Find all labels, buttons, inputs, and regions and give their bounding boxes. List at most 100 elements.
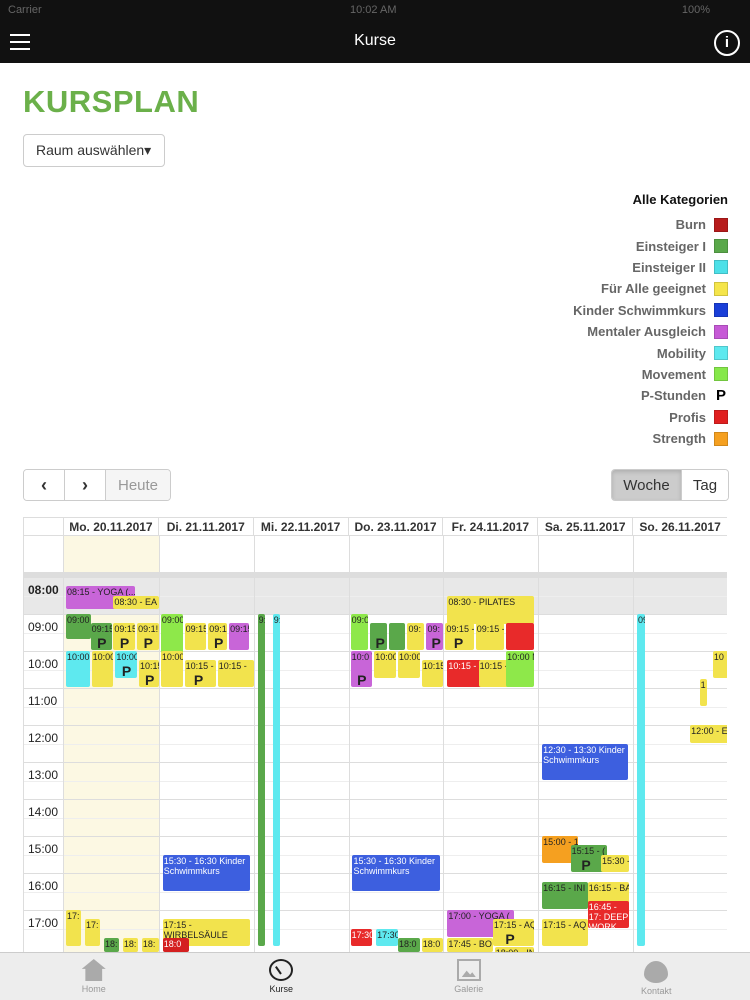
course-event[interactable]: 10 <box>712 651 727 678</box>
prev-button[interactable]: ‹ <box>24 470 65 500</box>
course-event[interactable]: 10:00 P <box>115 651 138 678</box>
course-event[interactable]: 10:15 - <box>478 660 510 687</box>
course-event[interactable]: 09:1! P <box>137 623 159 650</box>
course-event[interactable]: 10:00 MOB <box>66 651 90 687</box>
legend-header[interactable]: Alle Kategorien <box>573 192 728 214</box>
course-event[interactable]: 12:00 - E <box>690 725 727 743</box>
event-label: 10:0 TAI CHI <box>351 652 373 662</box>
p-stunden-icon: P <box>121 662 132 678</box>
course-event[interactable] <box>506 623 535 650</box>
day-view-button[interactable]: Tag <box>682 470 728 500</box>
legend-item[interactable]: Burn <box>573 214 728 235</box>
legend-item[interactable]: Strength <box>573 428 728 449</box>
legend-item[interactable]: Mentaler Ausgleich <box>573 321 728 342</box>
course-event[interactable]: 18: <box>122 937 138 952</box>
day-header[interactable]: Mo. 20.11.2017 <box>64 518 159 536</box>
course-event[interactable]: 10:00 <box>91 651 114 687</box>
course-event[interactable]: 09:15 INDO CYCL <box>184 623 207 650</box>
day-header[interactable]: So. 26.11.2017 <box>633 518 727 536</box>
legend-item[interactable]: Profis <box>573 407 728 428</box>
course-event[interactable]: 09: <box>407 623 425 650</box>
course-event[interactable]: 17: <box>84 919 101 946</box>
course-event[interactable]: 08:30 - EA <box>113 595 159 610</box>
course-event[interactable]: 16:45 - 17: DEEP WORK <box>587 900 630 928</box>
day-header[interactable]: Sa. 25.11.2017 <box>538 518 634 536</box>
tab-bar: Home Kurse Galerie Kontakt <box>0 952 750 1000</box>
course-event[interactable]: 09:15P <box>113 623 136 650</box>
tab-kurse[interactable]: Kurse <box>188 953 376 1000</box>
next-button[interactable]: › <box>65 470 106 500</box>
event-label: 09:15 - ZUMB <box>476 624 504 635</box>
course-event[interactable]: 9: B u B <box>272 614 281 946</box>
legend-item[interactable]: Für Alle geeignet <box>573 278 728 299</box>
course-event[interactable]: 17:15 - AQ <box>542 919 588 946</box>
course-event[interactable]: 17:45 - BO <box>447 937 493 952</box>
course-event[interactable]: 17:30 DEEP <box>350 928 373 946</box>
course-event[interactable]: 15:30 - 16:30 Kinder Schwimmkurs <box>352 854 440 891</box>
course-event[interactable]: 15:30 - <box>600 854 630 872</box>
event-label: 18:0 <box>163 938 182 949</box>
room-select-button[interactable]: Raum auswählen▾ <box>23 134 165 167</box>
legend-item[interactable]: Einsteiger I <box>573 235 728 256</box>
course-event[interactable]: 10:00 <box>374 651 396 678</box>
course-event[interactable]: 09:15 - INDO CYCLP <box>445 623 474 650</box>
course-event[interactable]: 09: P <box>426 623 444 650</box>
week-view-button[interactable]: Woche <box>612 470 682 500</box>
p-stunden-icon: P <box>375 635 385 650</box>
legend-item[interactable]: Mobility <box>573 342 728 363</box>
course-event[interactable]: 10:15P <box>139 660 159 687</box>
legend-swatch <box>714 346 728 361</box>
legend-swatch <box>714 367 728 382</box>
today-button[interactable]: Heute <box>106 470 170 500</box>
course-event[interactable]: 18:0 <box>421 937 444 952</box>
tab-home[interactable]: Home <box>0 953 188 1000</box>
course-event[interactable]: 16:15 - INI <box>542 882 588 909</box>
week-calendar[interactable]: Mo. 20.11.2017 Di. 21.11.2017 Mi. 22.11.20… <box>23 517 727 952</box>
view-toggle-group: Woche Tag <box>611 469 729 501</box>
legend-item[interactable]: Movement <box>573 364 728 385</box>
course-event[interactable] <box>388 623 406 650</box>
course-event[interactable]: 09:15 <box>229 623 249 650</box>
course-event[interactable]: 9: B u B <box>257 614 266 946</box>
course-event[interactable]: 17:30 <box>376 928 398 946</box>
legend-item[interactable]: Einsteiger II <box>573 257 728 278</box>
course-event[interactable]: 17: <box>66 910 82 946</box>
course-event[interactable]: 09:00 MO <box>350 614 368 650</box>
course-event[interactable]: 10:00 MOVE <box>506 651 535 687</box>
course-event[interactable]: 09:15P <box>208 623 228 650</box>
day-header[interactable]: Do. 23.11.2017 <box>348 518 444 536</box>
course-event[interactable]: 17:15 - AQ P <box>492 919 535 946</box>
course-event[interactable]: 10:00 <box>398 651 420 678</box>
course-event[interactable]: 18:0 <box>162 937 190 952</box>
hour-label: 12:00 <box>28 731 59 745</box>
course-event[interactable]: 09 To <box>637 614 645 946</box>
day-header[interactable]: Di. 21.11.2017 <box>158 518 254 536</box>
course-event[interactable]: 15:30 - 16:30 Kinder Schwimmkurs <box>162 854 250 891</box>
course-event[interactable]: 1 YC <box>699 678 708 706</box>
course-event[interactable]: 09:00 <box>66 614 91 639</box>
info-icon[interactable]: i <box>714 30 740 56</box>
course-event[interactable]: 18:0 <box>398 937 420 952</box>
half-hour-line <box>24 780 727 782</box>
day-header[interactable]: Mi. 22.11.2017 <box>253 518 349 536</box>
course-event[interactable]: P <box>369 623 387 650</box>
course-event[interactable]: 09:15 - ZUMB <box>475 623 505 650</box>
course-event[interactable]: 10:15 - <box>217 660 254 687</box>
course-event[interactable]: 10:15 <box>421 660 444 687</box>
course-event[interactable]: 08:30 - PILATES <box>447 595 534 625</box>
course-event[interactable]: 18: <box>141 937 159 952</box>
course-event[interactable]: 18: <box>103 937 119 952</box>
course-event[interactable]: 10:15 - <box>447 660 484 687</box>
course-event[interactable]: 12:30 - 13:30 Kinder Schwimmkurs <box>542 743 629 780</box>
tab-kontakt[interactable]: Kontakt <box>563 953 750 1000</box>
day-header[interactable]: Fr. 24.11.2017 <box>443 518 539 536</box>
hour-label: 15:00 <box>28 842 59 856</box>
tab-galerie[interactable]: Galerie <box>375 953 563 1000</box>
course-event[interactable]: 10:00 ZUM <box>160 651 183 687</box>
event-label: 15:30 - <box>601 855 630 866</box>
course-event[interactable]: 10:15 -P <box>184 660 216 687</box>
legend-item[interactable]: P-Stunden P <box>573 385 728 406</box>
course-event[interactable]: 09:15P <box>90 623 113 650</box>
legend-item[interactable]: Kinder Schwimmkurs <box>573 300 728 321</box>
course-event[interactable]: 10:0 TAI CHI P <box>350 651 373 687</box>
